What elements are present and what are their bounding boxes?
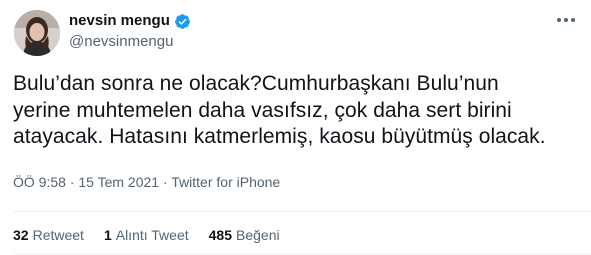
like-count[interactable]: 485 Beğeni (209, 226, 280, 244)
retweet-number: 32 (13, 227, 29, 243)
author-block[interactable]: nevsin mengu @nevsinmengu (69, 11, 191, 52)
avatar[interactable] (14, 10, 60, 56)
more-dot (564, 18, 568, 22)
divider (13, 211, 591, 212)
more-dot (557, 18, 561, 22)
author-handle[interactable]: @nevsinmengu (69, 32, 191, 52)
retweet-label: Retweet (32, 227, 84, 243)
tweet-text-line: yerine muhtemelen daha vasıfsız, çok dah… (13, 98, 512, 122)
quote-label: Alıntı Tweet (115, 227, 189, 243)
verified-badge-icon (174, 13, 191, 30)
tweet-meta: ÖÖ 9:58 · 15 Tem 2021 · Twitter for iPho… (13, 173, 280, 191)
author-display-name[interactable]: nevsin mengu (69, 11, 170, 31)
quote-number: 1 (103, 227, 112, 243)
more-options-icon[interactable] (555, 13, 577, 27)
meta-separator: · (69, 174, 75, 190)
tweet-text-line: Bulu’dan sonra ne olacak?Cumhurbaşkanı B… (13, 72, 499, 95)
meta-separator: · (162, 174, 168, 190)
retweet-count[interactable]: 32 Retweet (13, 226, 84, 244)
tweet-text-line: atayacak. Hatasını katmerlemiş, kaosu bü… (13, 125, 546, 148)
tweet-date[interactable]: 15 Tem 2021 (78, 174, 159, 190)
tweet-source[interactable]: Twitter for iPhone (171, 174, 280, 190)
quote-tweet-count[interactable]: 1 Alıntı Tweet (104, 226, 189, 244)
more-dot (571, 18, 575, 22)
like-label: Beğeni (236, 227, 280, 243)
engagement-stats: 32 Retweet 1 Alıntı Tweet 485 Beğeni (13, 226, 280, 244)
tweet-text: Bulu’dan sonra ne olacak?Cumhurbaşkanı B… (13, 71, 583, 151)
like-number: 485 (208, 227, 232, 243)
tweet-time[interactable]: ÖÖ 9:58 (13, 174, 66, 190)
tweet-card: nevsin mengu @nevsinmengu Bulu’dan sonra… (0, 0, 591, 255)
divider (13, 253, 591, 254)
avatar-image (14, 10, 60, 56)
